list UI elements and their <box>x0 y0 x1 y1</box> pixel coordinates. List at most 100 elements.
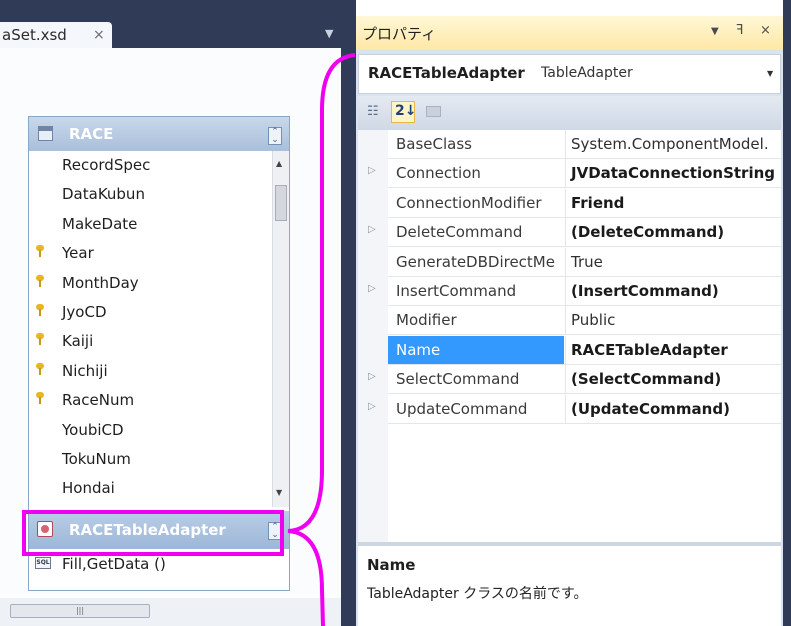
column-list: RecordSpec DataKubun MakeDate Year MonthDay J… <box>29 151 272 507</box>
table-header[interactable]: RACE ⌃ ⌄ <box>29 117 289 151</box>
property-value[interactable]: (UpdateCommand) <box>565 394 781 424</box>
sql-query-icon: SQL <box>35 557 51 569</box>
properties-titlebar[interactable]: プロパティ ▼ ꟻ × <box>356 16 783 50</box>
properties-title: プロパティ <box>362 25 437 43</box>
column-row[interactable]: YoubiCD <box>29 416 272 445</box>
property-row[interactable]: ▷ InsertCommand (InsertCommand) <box>358 277 781 306</box>
dataset-designer: aSet.xsd × ▼ RACE ⌃ ⌄ RecordSpec DataKubun… <box>0 0 341 626</box>
property-row[interactable]: GenerateDBDirectMe True <box>358 247 781 277</box>
column-name: DataKubun <box>62 185 145 204</box>
highlight-annotation-box <box>22 510 284 556</box>
column-name: RaceNum <box>62 391 135 410</box>
scroll-up-arrow-icon[interactable]: ▲ <box>276 159 282 168</box>
property-grid: BaseClass System.ComponentModel. ▷ Connecti… <box>358 130 781 542</box>
horizontal-scrollbar[interactable]: ||| <box>0 598 341 626</box>
property-value[interactable]: (InsertCommand) <box>565 277 781 306</box>
description-title: Name <box>367 556 416 574</box>
property-value[interactable]: (DeleteCommand) <box>565 218 781 248</box>
pane-splitter[interactable] <box>341 0 356 626</box>
expand-arrow-icon[interactable]: ▷ <box>368 165 376 176</box>
column-row[interactable]: Hondai <box>29 474 272 503</box>
property-row[interactable]: Modifier Public <box>358 306 781 336</box>
column-name: MonthDay <box>62 273 139 292</box>
property-value[interactable]: (SelectCommand) <box>565 365 781 395</box>
document-tab-strip: aSet.xsd × ▼ <box>0 0 341 48</box>
column-row[interactable]: MonthDay <box>29 269 272 298</box>
property-row[interactable]: ▷ DeleteCommand (DeleteCommand) <box>358 218 781 248</box>
tab-dataset-xsd[interactable]: aSet.xsd × <box>0 22 112 48</box>
primary-key-icon <box>36 304 44 316</box>
window-position-dropdown-icon[interactable]: ▼ <box>711 26 719 37</box>
datatable-icon <box>38 126 53 141</box>
selected-object-type: TableAdapter <box>541 65 633 81</box>
property-row[interactable]: ▷ SelectCommand (SelectCommand) <box>358 365 781 395</box>
table-title: RACE <box>69 125 114 143</box>
column-row[interactable]: MakeDate <box>29 210 272 239</box>
expand-arrow-icon[interactable]: ▷ <box>368 224 376 235</box>
column-name: RecordSpec <box>62 156 151 174</box>
object-selector-dropdown[interactable]: RACETableAdapter TableAdapter ▼ <box>358 54 781 94</box>
description-text: TableAdapter クラスの名前です。 <box>367 586 588 602</box>
categorized-button[interactable]: ☷ <box>363 101 387 123</box>
property-value[interactable]: JVDataConnectionString <box>565 159 781 189</box>
property-name[interactable]: BaseClass <box>388 130 564 159</box>
property-name[interactable]: InsertCommand <box>388 277 564 306</box>
property-name[interactable]: Connection <box>388 159 564 188</box>
property-value[interactable]: True <box>565 247 781 277</box>
primary-key-icon <box>36 333 44 346</box>
primary-key-icon <box>36 274 44 287</box>
column-row[interactable]: Nichiji <box>29 357 272 386</box>
property-name[interactable]: GenerateDBDirectMe <box>388 248 564 277</box>
primary-key-icon <box>36 392 44 405</box>
expand-arrow-icon[interactable]: ▷ <box>368 401 376 412</box>
column-name: MakeDate <box>62 214 138 233</box>
scroll-thumb[interactable] <box>275 185 287 221</box>
property-name[interactable]: ConnectionModifier <box>388 189 564 218</box>
scroll-down-arrow-icon[interactable]: ▼ <box>276 488 282 497</box>
property-value[interactable]: RACETableAdapter <box>565 335 781 365</box>
property-name[interactable]: Name <box>388 335 564 365</box>
column-row[interactable]: DataKubun <box>29 180 272 209</box>
column-row[interactable]: JyoCD <box>29 298 272 327</box>
property-name[interactable]: UpdateCommand <box>388 395 564 424</box>
column-row[interactable]: Kaiji <box>29 327 272 356</box>
expand-arrow-icon[interactable]: ▷ <box>368 283 376 294</box>
properties-window: プロパティ ▼ ꟻ × RACETableAdapter TableAdapte… <box>356 16 783 626</box>
column-name: Nichiji <box>62 361 108 380</box>
column-name: JyoCD <box>62 303 107 321</box>
property-value[interactable]: Public <box>565 306 781 336</box>
column-row[interactable]: RaceNum <box>29 386 272 415</box>
property-name[interactable]: Modifier <box>388 306 564 335</box>
expand-arrow-icon[interactable]: ▷ <box>368 371 376 382</box>
close-icon[interactable]: × <box>760 23 771 38</box>
row-divider <box>388 422 781 424</box>
property-value[interactable]: System.ComponentModel. <box>565 130 781 159</box>
properties-toolbar: ☷ 2↓ <box>358 96 781 130</box>
property-name[interactable]: SelectCommand <box>388 365 564 394</box>
property-row[interactable]: ▷ UpdateCommand (UpdateCommand) <box>358 394 781 424</box>
column-row[interactable]: Year <box>29 239 272 268</box>
column-name: Kaiji <box>62 332 94 351</box>
column-row[interactable]: RecordSpec <box>29 151 272 180</box>
column-name: Hondai <box>62 479 115 498</box>
property-row[interactable]: ▷ Connection JVDataConnectionString <box>358 159 781 189</box>
property-pages-icon <box>426 106 441 117</box>
column-name: YoubiCD <box>62 420 124 439</box>
column-row[interactable]: TokuNum <box>29 445 272 474</box>
chevron-down-icon[interactable]: ▼ <box>767 69 773 78</box>
collapse-table-button[interactable]: ⌃ ⌄ <box>268 127 282 145</box>
property-pages-button[interactable] <box>422 101 446 123</box>
property-row[interactable]: Name RACETableAdapter <box>358 335 781 365</box>
horizontal-scroll-thumb[interactable]: ||| <box>10 604 150 618</box>
tab-close-icon[interactable]: × <box>93 22 105 48</box>
alphabetical-button[interactable]: 2↓ <box>391 101 416 123</box>
property-row[interactable]: BaseClass System.ComponentModel. <box>358 130 781 159</box>
property-value[interactable]: Friend <box>565 188 781 218</box>
pin-icon[interactable]: ꟻ <box>736 23 743 38</box>
selected-object-name: RACETableAdapter <box>368 64 525 82</box>
property-row[interactable]: ConnectionModifier Friend <box>358 188 781 218</box>
property-name[interactable]: DeleteCommand <box>388 218 564 247</box>
tab-list-dropdown-icon[interactable]: ▼ <box>325 27 333 40</box>
column-name: TokuNum <box>62 450 131 468</box>
column-list-scrollbar[interactable]: ▲ ▼ <box>272 151 289 507</box>
